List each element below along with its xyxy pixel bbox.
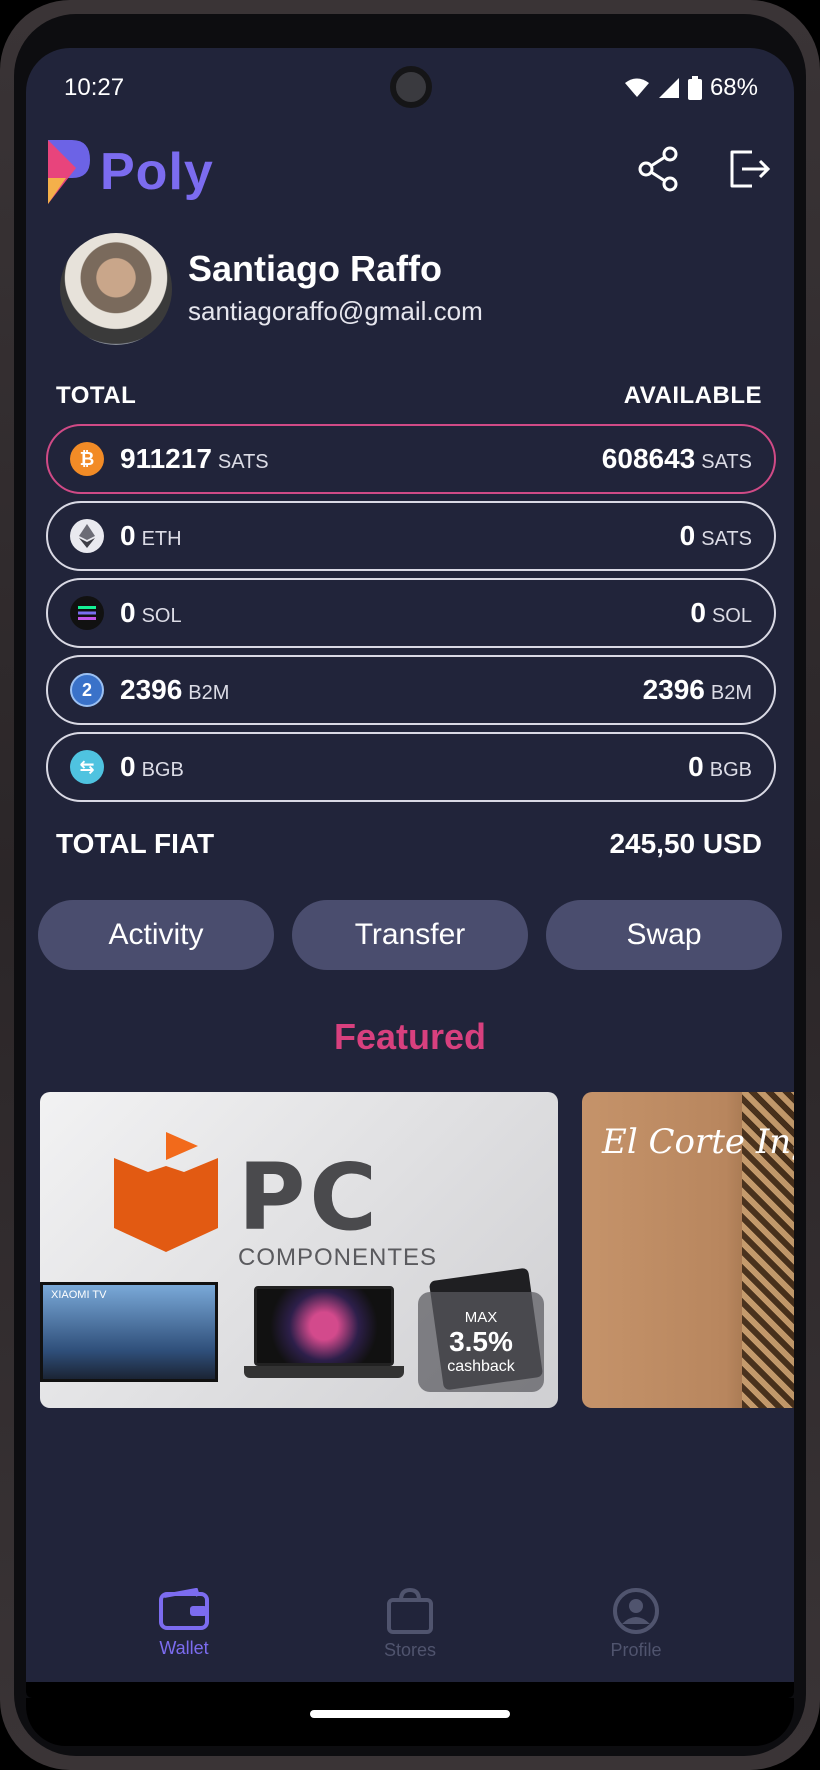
tv-product-image: XIAOMI TV (40, 1282, 218, 1382)
balance-available: 0 (679, 520, 696, 551)
balance-available: 608643 (601, 443, 696, 474)
nav-profile[interactable]: Profile (556, 1588, 716, 1661)
b2m-icon: 2 (70, 673, 104, 707)
cashback-badge: MAX 3.5% cashback (418, 1292, 544, 1392)
balance-total: 0 (120, 597, 136, 628)
app-logo: Poly (46, 138, 214, 206)
balance-row-bgb[interactable]: ⇆ 0 BGB 0 BGB (46, 732, 776, 802)
available-label: AVAILABLE (623, 382, 762, 409)
pc-brand-sub: COMPONENTES (238, 1244, 438, 1271)
featured-title: Featured (333, 1016, 487, 1057)
solana-icon (70, 596, 104, 630)
balance-list: ₿ 911217 SATS 608643 SATS 0 ETH 0 SATS 0 SOL … (46, 424, 776, 809)
bgb-icon: ⇆ (70, 750, 104, 784)
balance-available-unit: SATS (701, 451, 752, 473)
laptop-product-image (254, 1286, 394, 1366)
pc-brand: PC (238, 1144, 381, 1251)
balance-total-unit: ETH (141, 528, 182, 550)
action-buttons: Activity Transfer Swap (38, 900, 782, 970)
balance-total: 2396 (120, 674, 183, 705)
balance-row-sol[interactable]: 0 SOL 0 SOL (46, 578, 776, 648)
screen-bottom-edge (26, 1682, 794, 1698)
signal-icon (658, 77, 680, 99)
poly-logo-icon (48, 140, 90, 204)
wifi-icon (624, 77, 650, 99)
nav-profile-label: Profile (610, 1640, 662, 1660)
balance-available: 2396 (642, 674, 705, 705)
balance-available-unit: SOL (711, 605, 752, 627)
cashback-max: MAX (464, 1308, 498, 1326)
nav-wallet-label: Wallet (159, 1638, 209, 1658)
app-screen: 10:27 68% Poly Santiago Raffo santiagora… (26, 48, 794, 1698)
balance-available: 0 (690, 597, 706, 628)
activity-button[interactable]: Activity (38, 900, 274, 970)
balance-available-unit: B2M (710, 682, 752, 704)
balance-row-btc[interactable]: ₿ 911217 SATS 608643 SATS (46, 424, 776, 494)
total-fiat-value: 245,50 USD (609, 828, 762, 859)
gesture-bar-area (26, 1698, 794, 1746)
total-label: TOTAL (56, 382, 137, 409)
cashback-label: cashback (447, 1357, 515, 1375)
featured-card-pccomponentes[interactable]: PC COMPONENTES XIAOMI TV MAX 3.5% cashba… (40, 1092, 558, 1408)
profile-icon (613, 1588, 659, 1634)
nav-wallet[interactable]: Wallet (104, 1588, 264, 1659)
balance-total: 911217 (120, 443, 212, 474)
laptop-base (244, 1366, 404, 1378)
wallet-icon (159, 1588, 209, 1630)
gesture-pill[interactable] (310, 1710, 510, 1718)
avatar (60, 233, 172, 345)
tv-label: XIAOMI TV (51, 1289, 107, 1301)
status-indicators: 68% (624, 74, 758, 102)
share-icon[interactable] (634, 144, 684, 194)
user-name: Santiago Raffo (188, 248, 443, 289)
balance-available-unit: SATS (701, 528, 752, 550)
balance-total: 0 (120, 751, 136, 782)
balance-total-unit: SATS (217, 451, 269, 473)
balance-row-eth[interactable]: 0 ETH 0 SATS (46, 501, 776, 571)
balance-total: 0 (120, 520, 136, 551)
nav-stores[interactable]: Stores (330, 1588, 490, 1661)
elcorteingles-brand: El Corte Inglés (602, 1122, 794, 1162)
balance-total-unit: B2M (188, 682, 230, 704)
user-email: santiagoraffo@gmail.com (188, 296, 483, 326)
status-time: 10:27 (64, 74, 125, 101)
bag-icon (387, 1588, 433, 1634)
balance-total-unit: BGB (141, 759, 184, 781)
bitcoin-icon: ₿ (70, 442, 104, 476)
total-fiat-label: TOTAL FIAT (56, 828, 215, 859)
balance-available: 0 (688, 751, 704, 782)
front-camera (390, 66, 432, 108)
ethereum-icon (70, 519, 104, 553)
app-name: Poly (100, 143, 214, 201)
pccomponentes-logo-icon (114, 1132, 218, 1252)
battery-icon (687, 76, 702, 100)
swap-button[interactable]: Swap (546, 900, 782, 970)
featured-card-elcorteingles[interactable]: El Corte Inglés (582, 1092, 794, 1408)
battery-percent: 68% (709, 74, 758, 101)
balance-row-b2m[interactable]: 2 2396 B2M 2396 B2M (46, 655, 776, 725)
cashback-value: 3.5% (449, 1325, 513, 1357)
nav-stores-label: Stores (383, 1640, 437, 1660)
transfer-button[interactable]: Transfer (292, 900, 528, 970)
balance-available-unit: BGB (709, 759, 752, 781)
logout-icon[interactable] (724, 144, 774, 194)
status-bar: 10:27 68% (26, 48, 794, 128)
balance-total-unit: SOL (141, 605, 182, 627)
